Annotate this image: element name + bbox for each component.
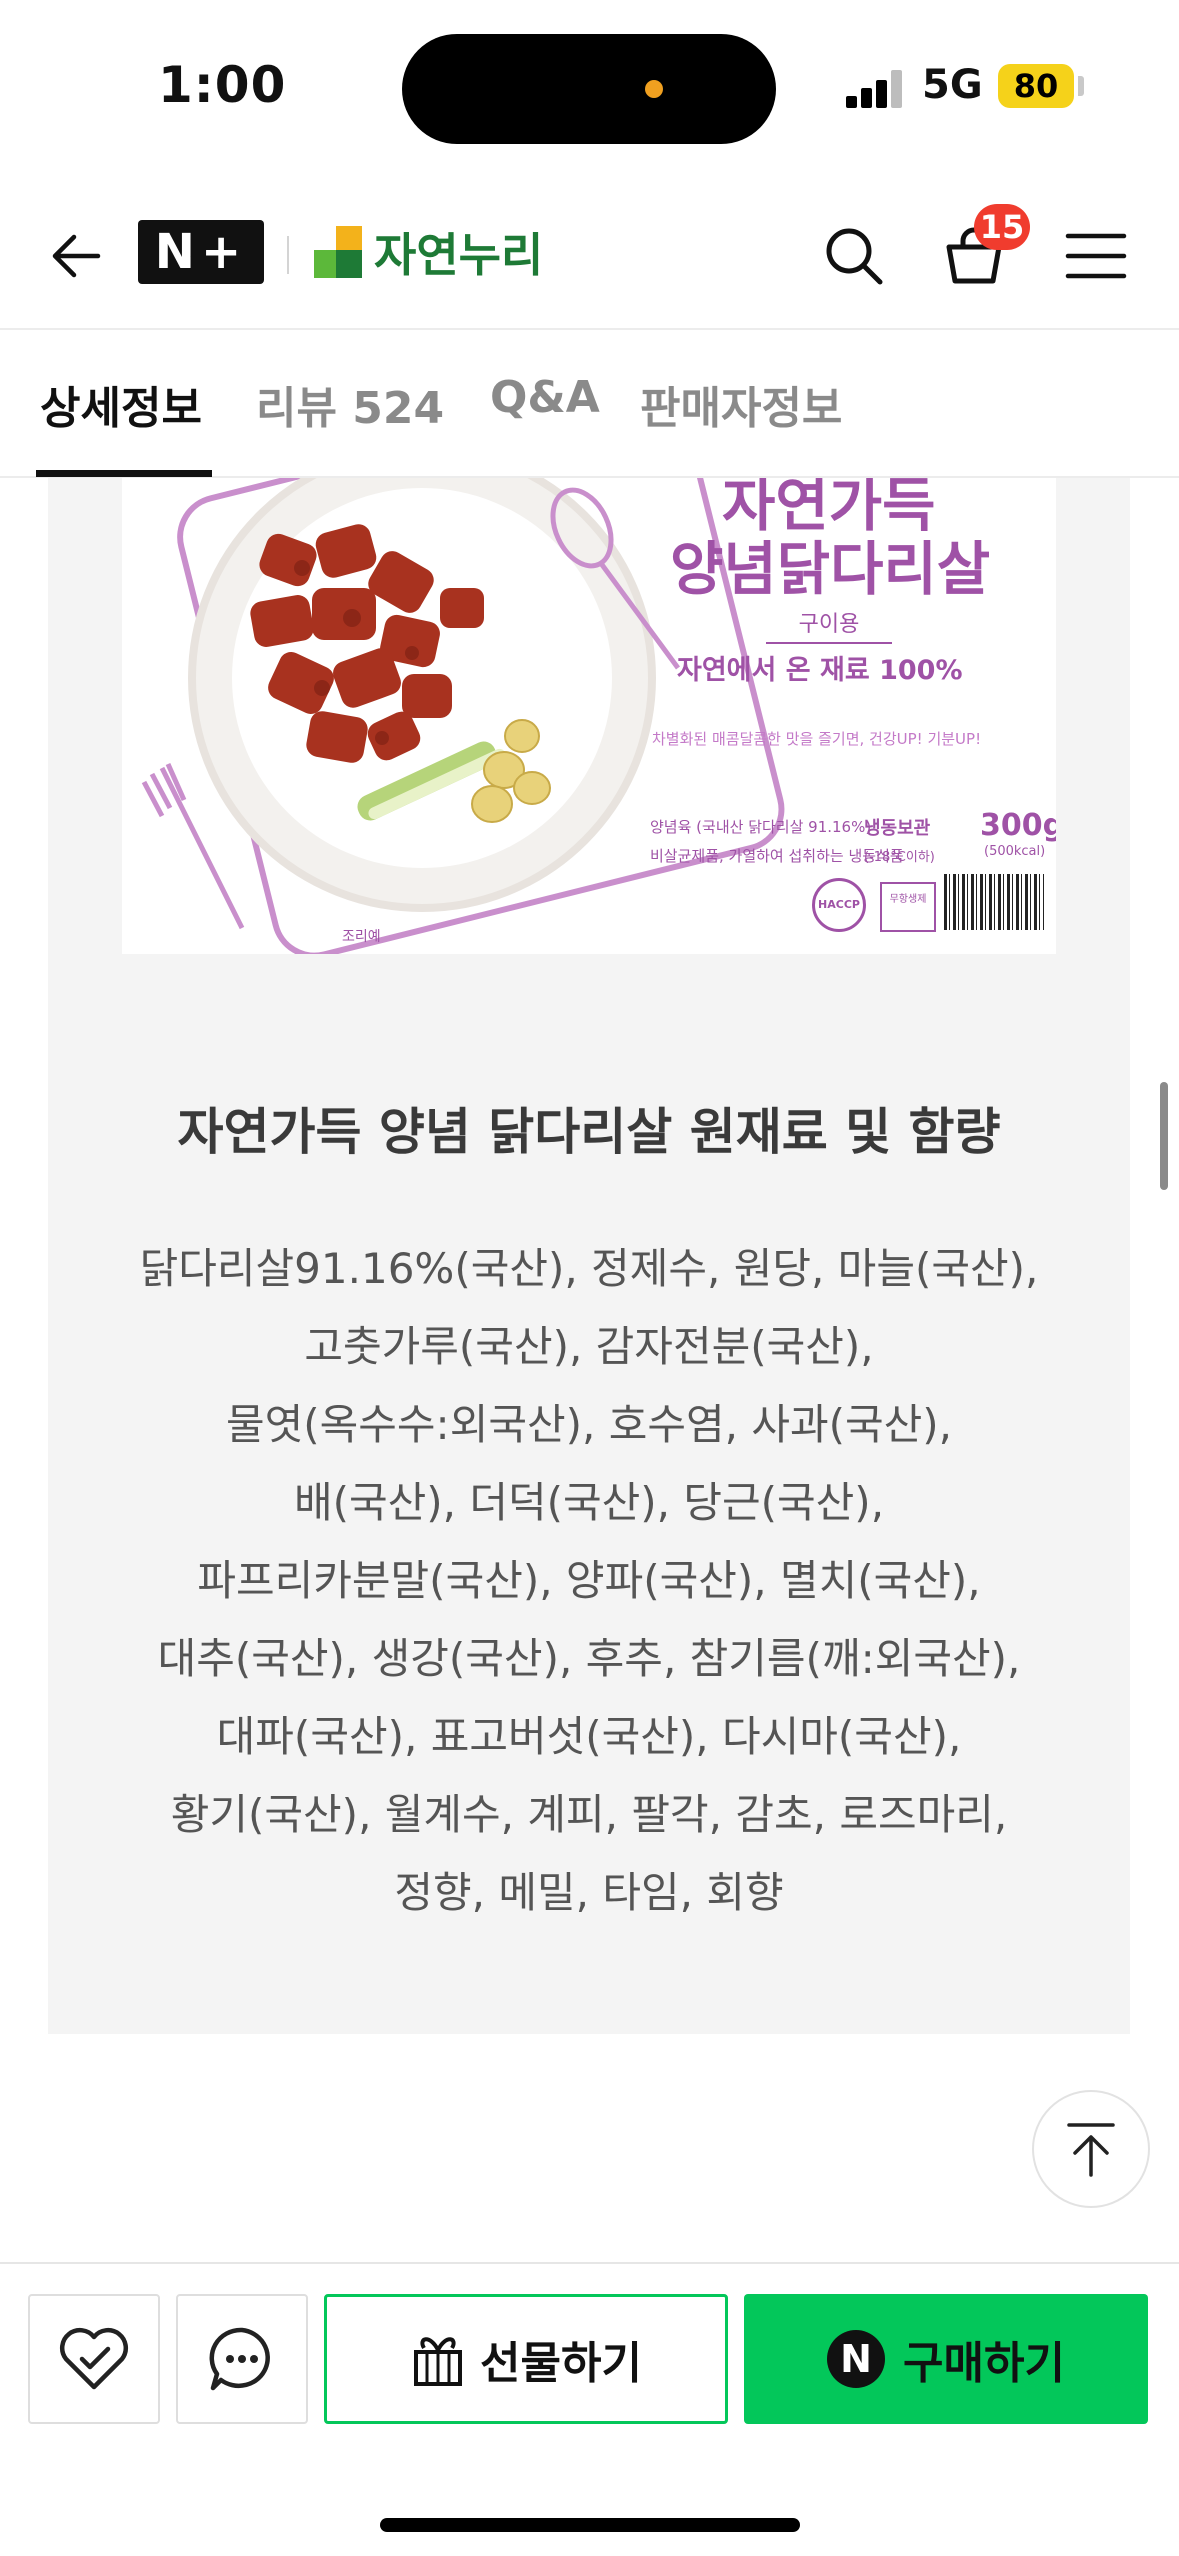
ingredients-line: 파프리카분말(국산), 양파(국산), 멸치(국산), <box>197 1556 981 1605</box>
detail-tabs: 상세정보 리뷰 524 Q&A 판매자정보 <box>0 332 1179 478</box>
haccp-badge: HACCP <box>812 878 866 932</box>
tab-seller-info[interactable]: 판매자정보 <box>640 372 842 436</box>
product-detail-content: 자연가득 양념닭다리살 구이용 자연에서 온 재료 100% 차별화된 매콤달콤… <box>48 478 1130 2034</box>
scroll-top-icon <box>1067 2123 1115 2177</box>
brand-store-link[interactable]: 자연누리 <box>314 220 543 284</box>
package-subtitle: 구이용 <box>766 606 892 644</box>
ingredients-line: 대파(국산), 표고버섯(국산), 다시마(국산), <box>216 1712 962 1761</box>
signal-bars-icon <box>846 70 902 108</box>
ingredients-title: 자연가득 양념 닭다리살 원재료 및 함량 <box>177 1103 1001 1161</box>
package-slogan: 차별화된 매콤달콤한 맛을 즐기면, 건강UP! 기분UP! <box>652 730 982 748</box>
battery-nub <box>1078 76 1084 96</box>
antibiotic-free-badge: 무항생제 <box>880 882 936 932</box>
tab-qna[interactable]: Q&A <box>490 372 600 423</box>
ingredients-line: 배(국산), 더덕(국산), 당근(국산), <box>293 1478 885 1527</box>
naver-pay-badge: N <box>827 2330 886 2388</box>
ingredients-line: 황기(국산), 월계수, 계피, 팔각, 감초, 로즈마리, <box>170 1790 1008 1839</box>
header-divider <box>287 236 289 274</box>
scrollbar[interactable] <box>1160 1082 1168 1190</box>
tab-reviews[interactable]: 리뷰 524 <box>256 372 444 436</box>
package-tagline: 자연에서 온 재료 100% <box>677 655 963 686</box>
ingredients-list: 닭다리살91.16%(국산), 정제수, 원당, 마늘(국산), 고춧가루(국산… <box>98 1230 1080 1932</box>
ingredients-line: 대추(국산), 생강(국산), 후추, 참기름(깨:외국산), <box>157 1634 1021 1683</box>
package-title-line2: 양념닭다리살 <box>670 535 991 603</box>
cart-count-badge: 15 <box>974 204 1030 250</box>
home-indicator <box>380 2518 800 2532</box>
ingredients-line: 물엿(옥수수:외국산), 호수염, 사과(국산), <box>225 1400 953 1449</box>
gift-icon <box>414 2337 463 2386</box>
package-weight: 300g <box>980 808 1056 843</box>
network-type: 5G <box>922 62 983 108</box>
privacy-indicator-dot <box>645 80 663 98</box>
package-storage: 냉동보관 (-18°C이하) <box>864 814 935 865</box>
buy-button-label: 구매하기 <box>903 2338 1065 2389</box>
battery-level: 80 <box>1013 67 1059 105</box>
scroll-to-top-button[interactable] <box>1032 2090 1150 2208</box>
purchase-bar: 선물하기 N 구매하기 <box>0 2262 1179 2556</box>
plate-caption: 조리예 <box>342 929 381 945</box>
ingredients-line: 닭다리살91.16%(국산), 정제수, 원당, 마늘(국산), <box>139 1244 1039 1293</box>
search-button[interactable] <box>812 214 896 298</box>
ingredients-line: 정향, 메밀, 타임, 회향 <box>394 1868 784 1917</box>
barcode <box>944 874 1044 930</box>
chat-icon <box>209 2327 270 2391</box>
dynamic-island <box>402 34 776 144</box>
back-arrow-icon <box>52 234 101 278</box>
back-button[interactable] <box>36 216 116 296</box>
buy-button[interactable]: N 구매하기 <box>744 2294 1148 2424</box>
status-bar: 1:00 5G 80 <box>0 0 1179 170</box>
app-header: N+ 자연누리 15 <box>0 190 1179 330</box>
package-storage-temp: (-18°C이하) <box>864 850 935 865</box>
search-icon <box>826 228 883 285</box>
wishlist-button[interactable] <box>28 2294 160 2424</box>
menu-icon <box>1065 233 1127 279</box>
wishlist-heart-icon <box>59 2327 129 2390</box>
product-package-image: 자연가득 양념닭다리살 구이용 자연에서 온 재료 100% 차별화된 매콤달콤… <box>122 478 1056 954</box>
brand-name: 자연누리 <box>374 228 544 282</box>
brand-logo-icon <box>314 226 366 278</box>
menu-button[interactable] <box>1054 214 1138 298</box>
package-kcal: (500kcal) <box>984 844 1046 859</box>
chat-button[interactable] <box>176 2294 308 2424</box>
gift-button-label: 선물하기 <box>480 2338 642 2389</box>
tab-details[interactable]: 상세정보 <box>40 372 202 436</box>
status-time: 1:00 <box>158 56 287 114</box>
ingredients-line: 고춧가루(국산), 감자전분(국산), <box>304 1322 874 1371</box>
naver-plus-logo[interactable]: N+ <box>138 220 264 284</box>
package-storage-label: 냉동보관 <box>864 818 931 839</box>
battery-icon: 80 <box>998 64 1074 108</box>
active-tab-underline <box>36 470 212 477</box>
gift-button[interactable]: 선물하기 <box>324 2294 728 2424</box>
